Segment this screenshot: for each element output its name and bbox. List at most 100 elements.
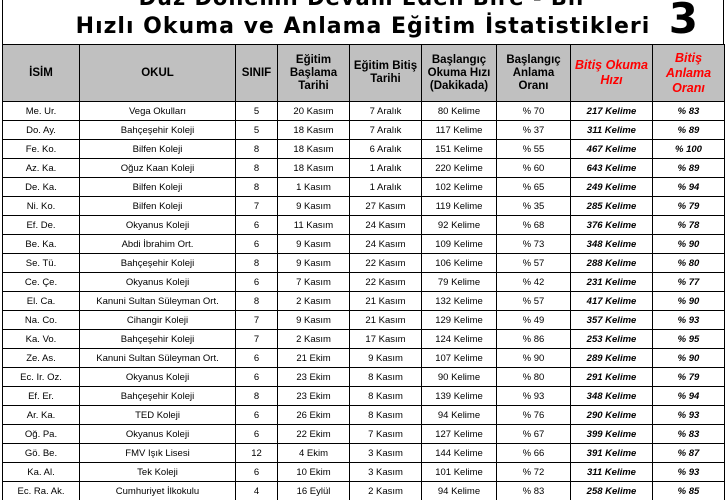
frame-left-border [2, 0, 3, 44]
column-header: OKUL [79, 44, 236, 102]
cell-end-date: 7 Aralık [349, 120, 422, 140]
cell-end-comprehension: % 77 [652, 272, 725, 292]
cell-start-date: 2 Kasım [277, 291, 350, 311]
cell-end-speed: 289 Kelime [570, 348, 653, 368]
cell-end-speed: 249 Kelime [570, 177, 653, 197]
cell-end-speed: 417 Kelime [570, 291, 653, 311]
cell-start-date: 20 Kasım [277, 101, 350, 121]
cell-end-date: 8 Kasım [349, 386, 422, 406]
cell-start-date: 18 Kasım [277, 120, 350, 140]
cell-grade: 5 [235, 101, 278, 121]
cell-end-date: 22 Kasım [349, 272, 422, 292]
cell-start-date: 2 Kasım [277, 329, 350, 349]
cell-name: Ce. Çe. [2, 272, 80, 292]
cell-start-speed: 144 Kelime [421, 443, 497, 463]
cell-start-comprehension: % 57 [496, 253, 571, 273]
cell-start-date: 9 Kasım [277, 234, 350, 254]
cell-end-comprehension: % 90 [652, 234, 725, 254]
cell-end-date: 3 Kasım [349, 443, 422, 463]
cell-grade: 12 [235, 443, 278, 463]
cell-grade: 8 [235, 139, 278, 159]
cell-school: Bahçeşehir Koleji [79, 329, 236, 349]
cell-start-date: 9 Kasım [277, 310, 350, 330]
page-title: Hızlı Okuma ve Anlama Eğitim İstatistikl… [75, 14, 651, 39]
cell-start-date: 7 Kasım [277, 272, 350, 292]
cell-start-comprehension: % 65 [496, 177, 571, 197]
cell-end-speed: 253 Kelime [570, 329, 653, 349]
cell-end-date: 7 Aralık [349, 101, 422, 121]
cell-end-speed: 217 Kelime [570, 101, 653, 121]
cell-name: Be. Ka. [2, 234, 80, 254]
cell-end-comprehension: % 94 [652, 386, 725, 406]
cell-start-speed: 132 Kelime [421, 291, 497, 311]
cell-end-speed: 285 Kelime [570, 196, 653, 216]
cell-start-date: 21 Ekim [277, 348, 350, 368]
cell-end-comprehension: % 83 [652, 424, 725, 444]
cell-end-comprehension: % 85 [652, 481, 725, 500]
cell-start-speed: 92 Kelime [421, 215, 497, 235]
cell-grade: 6 [235, 424, 278, 444]
cell-end-comprehension: % 89 [652, 120, 725, 140]
cell-school: Vega Okulları [79, 101, 236, 121]
cell-start-speed: 106 Kelime [421, 253, 497, 273]
table-row: Oğ. Pa. Okyanus Koleji 6 22 Ekim 7 Kasım 127 … [2, 424, 725, 444]
cell-start-comprehension: % 49 [496, 310, 571, 330]
cell-school: Kanuni Sultan Süleyman Ort. [79, 291, 236, 311]
cell-name: Oğ. Pa. [2, 424, 80, 444]
cell-start-comprehension: % 42 [496, 272, 571, 292]
table-row: Ze. As. Kanuni Sultan Süleyman Ort. 6 21 Ek… [2, 348, 725, 368]
cell-start-speed: 127 Kelime [421, 424, 497, 444]
cell-start-speed: 90 Kelime [421, 367, 497, 387]
cell-name: Fe. Ko. [2, 139, 80, 159]
cell-start-date: 16 Eylül [277, 481, 350, 500]
cell-grade: 4 [235, 481, 278, 500]
cell-end-comprehension: % 100 [652, 139, 725, 159]
column-header: Bitiş Anlama Oranı [652, 44, 725, 102]
cell-school: Bilfen Koleji [79, 196, 236, 216]
cell-end-speed: 467 Kelime [570, 139, 653, 159]
column-header: Başlangıç Okuma Hızı (Dakikada) [421, 44, 497, 102]
cell-end-speed: 231 Kelime [570, 272, 653, 292]
cell-school: Bahçeşehir Koleji [79, 120, 236, 140]
cell-end-comprehension: % 89 [652, 158, 725, 178]
cell-end-comprehension: % 79 [652, 367, 725, 387]
table-row: Be. Ka. Abdi İbrahim Ort. 6 9 Kasım 24 Kasım… [2, 234, 725, 254]
cell-start-date: 23 Ekim [277, 386, 350, 406]
cell-start-comprehension: % 60 [496, 158, 571, 178]
cell-school: Okyanus Koleji [79, 424, 236, 444]
cell-grade: 5 [235, 120, 278, 140]
cell-end-comprehension: % 94 [652, 177, 725, 197]
cell-start-speed: 139 Kelime [421, 386, 497, 406]
cell-start-speed: 220 Kelime [421, 158, 497, 178]
table-body: Me. Ur. Vega Okulları 5 20 Kasım 7 Aralık 80 … [2, 101, 725, 500]
cell-school: FMV Işık Lisesi [79, 443, 236, 463]
cell-name: Me. Ur. [2, 101, 80, 121]
cell-start-date: 9 Kasım [277, 253, 350, 273]
cell-name: Ni. Ko. [2, 196, 80, 216]
cell-name: Ka. Al. [2, 462, 80, 482]
cell-start-comprehension: % 37 [496, 120, 571, 140]
cell-start-speed: 109 Kelime [421, 234, 497, 254]
cell-start-speed: 107 Kelime [421, 348, 497, 368]
cell-end-date: 8 Kasım [349, 405, 422, 425]
cell-start-comprehension: % 86 [496, 329, 571, 349]
cell-grade: 7 [235, 196, 278, 216]
cell-end-comprehension: % 93 [652, 405, 725, 425]
cell-name: Ef. De. [2, 215, 80, 235]
cell-end-speed: 348 Kelime [570, 234, 653, 254]
cell-name: Ef. Er. [2, 386, 80, 406]
cell-grade: 6 [235, 367, 278, 387]
cell-start-comprehension: % 90 [496, 348, 571, 368]
cell-school: Okyanus Koleji [79, 367, 236, 387]
cell-grade: 8 [235, 177, 278, 197]
cell-name: El. Ca. [2, 291, 80, 311]
cell-start-comprehension: % 35 [496, 196, 571, 216]
cell-end-speed: 643 Kelime [570, 158, 653, 178]
cell-grade: 6 [235, 215, 278, 235]
cell-school: Cihangir Koleji [79, 310, 236, 330]
cell-school: Okyanus Koleji [79, 272, 236, 292]
cell-school: Abdi İbrahim Ort. [79, 234, 236, 254]
cell-start-date: 23 Ekim [277, 367, 350, 387]
cell-name: Se. Tü. [2, 253, 80, 273]
table-header-row: İSİM OKUL SINIF Eğitim Başlama Tarihi Eğ… [2, 44, 725, 102]
